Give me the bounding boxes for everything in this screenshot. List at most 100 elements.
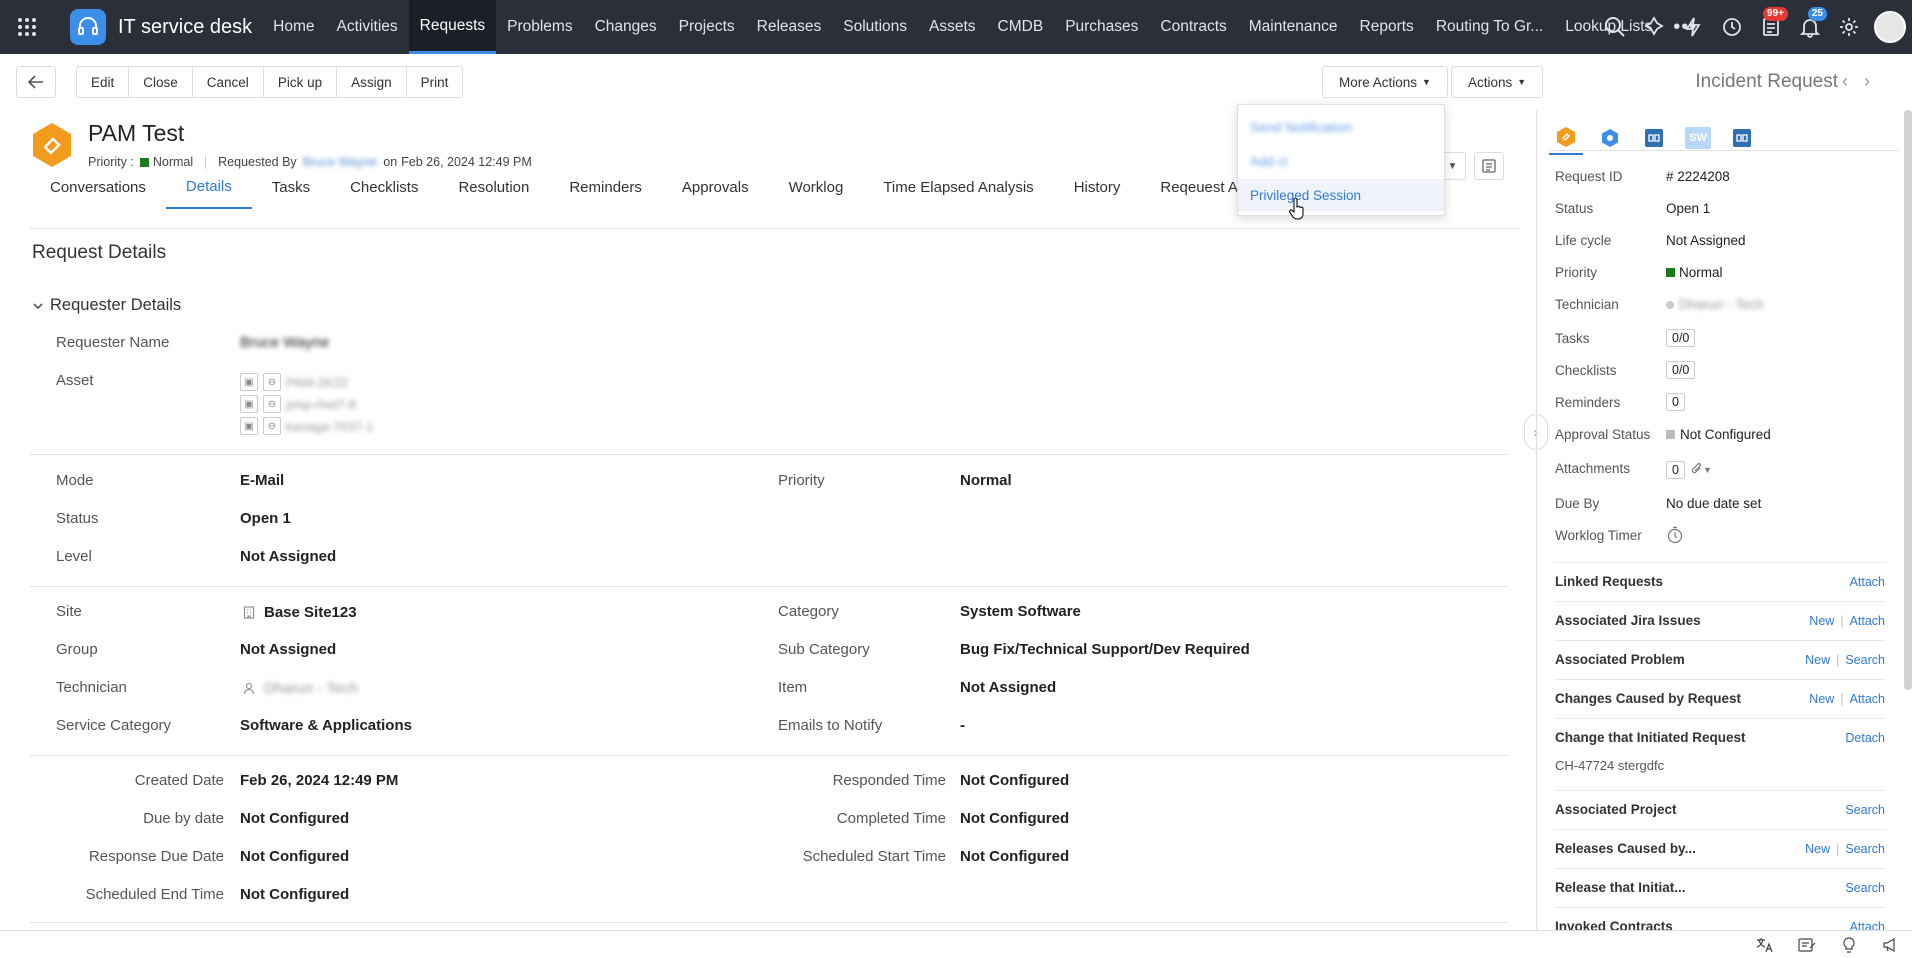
nav-reports[interactable]: Reports	[1349, 0, 1425, 54]
section-actions: Attach	[1850, 575, 1885, 589]
technician-prop-value[interactable]: Dharun - Tech	[1666, 297, 1764, 312]
reminders-prop-value[interactable]: 0	[1666, 393, 1685, 411]
new-link[interactable]: New	[1809, 614, 1834, 628]
section-actions: Search	[1845, 881, 1885, 895]
search-icon[interactable]	[1595, 0, 1634, 54]
edit-button[interactable]: Edit	[77, 67, 130, 97]
asset-item[interactable]: ▣ ⊖ kanaga-7037-1	[240, 417, 373, 435]
next-record-icon[interactable]: ›	[1864, 71, 1870, 92]
tab-checklists[interactable]: Checklists	[330, 165, 438, 209]
nav-assets[interactable]: Assets	[918, 0, 987, 54]
nav-activities[interactable]: Activities	[325, 0, 408, 54]
nav-solutions[interactable]: Solutions	[832, 0, 918, 54]
tab-reminders[interactable]: Reminders	[549, 165, 662, 209]
rocket-icon[interactable]	[1634, 0, 1673, 54]
attach-link[interactable]: Attach	[1850, 692, 1885, 706]
tab-worklog[interactable]: Worklog	[769, 165, 864, 209]
scheduled-start-value: Not Configured	[960, 848, 1070, 865]
search-link[interactable]: Search	[1845, 803, 1885, 817]
announcement-icon[interactable]	[1870, 931, 1912, 958]
translate-icon[interactable]	[1744, 931, 1786, 958]
user-avatar[interactable]	[1874, 11, 1906, 43]
tab-conversations[interactable]: Conversations	[30, 165, 166, 209]
asset-item[interactable]: ▣ ⊖ PAM-2K22	[240, 373, 348, 391]
search-link[interactable]: Search	[1845, 881, 1885, 895]
due-by-value[interactable]: No due date set	[1666, 496, 1761, 511]
bell-icon[interactable]: 25	[1790, 0, 1829, 54]
attachments-value[interactable]: 0 ▼	[1666, 461, 1712, 479]
headset-logo-icon[interactable]	[70, 9, 106, 45]
tasks-prop-value[interactable]: 0/0	[1666, 329, 1696, 347]
tab-details[interactable]: Details	[165, 165, 252, 209]
search-link[interactable]: Search	[1845, 653, 1885, 667]
tabs-divider	[30, 228, 1520, 229]
tab-tasks[interactable]: Tasks	[252, 165, 330, 209]
change-reference[interactable]: CH-47724 stergdfc	[1555, 758, 1664, 773]
apps-grid-icon[interactable]	[0, 0, 54, 54]
print-button[interactable]: Print	[407, 67, 463, 97]
notes-button[interactable]	[1474, 152, 1504, 180]
priority-prop-value[interactable]: Normal	[1666, 265, 1723, 280]
menu-item-add-ci[interactable]: Add ci	[1238, 145, 1444, 177]
stopwatch-icon[interactable]	[1666, 526, 1684, 547]
more-actions-button[interactable]: More Actions ▼	[1322, 66, 1448, 98]
menu-item-send-notification[interactable]: Send Notification	[1238, 111, 1444, 143]
notes-edit-icon[interactable]	[1786, 931, 1828, 958]
gear-icon[interactable]	[1829, 0, 1868, 54]
lifecycle-value[interactable]: Not Assigned	[1666, 233, 1746, 248]
nav-home[interactable]: Home	[262, 0, 325, 54]
requester-details-toggle[interactable]: Requester Details	[32, 296, 181, 315]
tasks-icon[interactable]: 99+	[1751, 0, 1790, 54]
tab-resolution[interactable]: Resolution	[438, 165, 549, 209]
nav-contracts[interactable]: Contracts	[1149, 0, 1237, 54]
chevron-down-icon[interactable]: ▼	[1703, 465, 1712, 475]
worklog-timer-value[interactable]	[1666, 526, 1684, 547]
paperclip-icon[interactable]	[1691, 462, 1703, 479]
due-date-label: Due by date	[143, 810, 224, 827]
attach-link[interactable]: Attach	[1850, 614, 1885, 628]
lightning-icon[interactable]	[1673, 0, 1712, 54]
created-date-value: Feb 26, 2024 12:49 PM	[240, 772, 399, 789]
nav-routing[interactable]: Routing To Gr...	[1425, 0, 1554, 54]
previous-record-icon[interactable]: ‹	[1842, 71, 1848, 92]
section-title: Associated Problem	[1555, 652, 1685, 667]
actions-button[interactable]: Actions ▼	[1451, 66, 1544, 98]
new-link[interactable]: New	[1805, 842, 1830, 856]
close-button[interactable]: Close	[129, 67, 193, 97]
status-color-swatch	[1666, 430, 1675, 439]
nav-purchases[interactable]: Purchases	[1054, 0, 1149, 54]
tab-history[interactable]: History	[1054, 165, 1141, 209]
assign-button[interactable]: Assign	[337, 67, 407, 97]
lightbulb-icon[interactable]	[1828, 931, 1870, 958]
tab-approvals[interactable]: Approvals	[662, 165, 769, 209]
new-link[interactable]: New	[1809, 692, 1834, 706]
attach-link[interactable]: Attach	[1850, 575, 1885, 589]
menu-item-privileged-session[interactable]: Privileged Session	[1238, 179, 1444, 211]
details-content: Request Details Requester Details Reques…	[30, 230, 1510, 923]
nav-problems[interactable]: Problems	[496, 0, 583, 54]
nav-cmdb[interactable]: CMDB	[987, 0, 1055, 54]
section-title: Change that Initiated Request	[1555, 730, 1746, 745]
nav-maintenance[interactable]: Maintenance	[1238, 0, 1349, 54]
priority-color-swatch	[1666, 268, 1675, 277]
history-clock-icon[interactable]	[1712, 0, 1751, 54]
nav-releases[interactable]: Releases	[746, 0, 833, 54]
status-label: Status	[56, 510, 99, 527]
pickup-button[interactable]: Pick up	[264, 67, 338, 97]
service-category-label: Service Category	[56, 717, 172, 734]
tab-time-elapsed[interactable]: Time Elapsed Analysis	[863, 165, 1053, 209]
nav-projects[interactable]: Projects	[668, 0, 746, 54]
status-prop-value[interactable]: Open 1	[1666, 201, 1710, 216]
panel-scrollbar[interactable]	[1904, 110, 1912, 690]
nav-changes[interactable]: Changes	[584, 0, 668, 54]
search-link[interactable]: Search	[1845, 842, 1885, 856]
new-link[interactable]: New	[1805, 653, 1830, 667]
cancel-button[interactable]: Cancel	[193, 67, 264, 97]
checklists-prop-value[interactable]: 0/0	[1666, 361, 1696, 379]
back-button[interactable]	[16, 66, 56, 98]
detach-link[interactable]: Detach	[1845, 731, 1885, 745]
item-label: Item	[778, 679, 808, 696]
nav-requests[interactable]: Requests	[408, 0, 497, 54]
app-name[interactable]: IT service desk	[118, 16, 252, 39]
asset-item[interactable]: ▣ ⊖ pmp-rhel7-8	[240, 395, 356, 413]
